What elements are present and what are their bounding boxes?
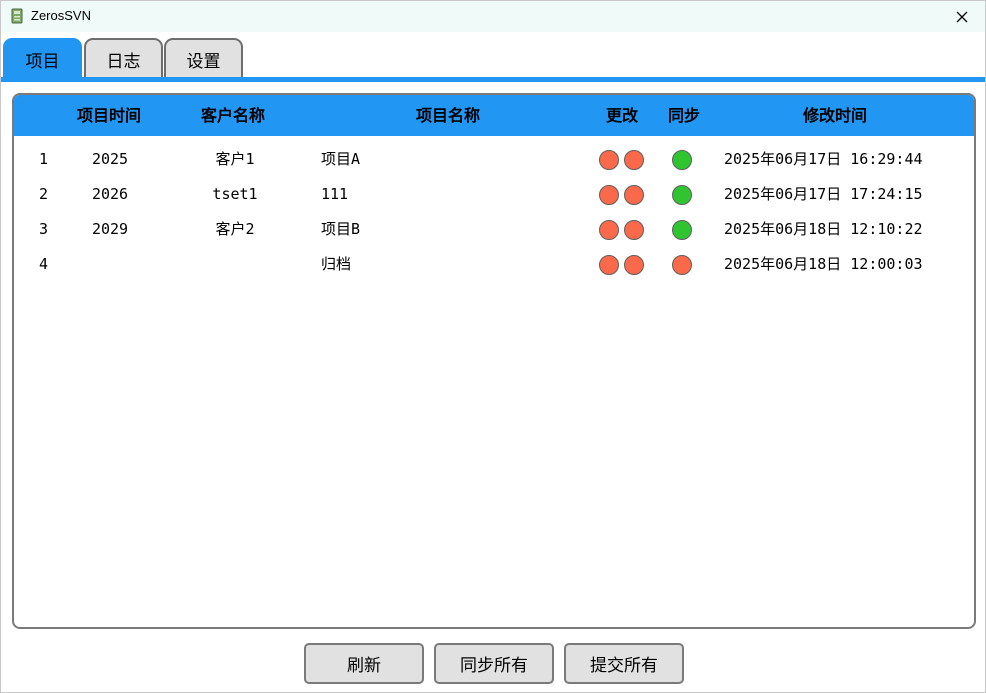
- header-client-name[interactable]: 客户名称: [192, 95, 274, 136]
- row-project-time: 2029: [91, 220, 129, 238]
- project-table: 项目时间 客户名称 项目名称 更改 同步 修改时间 1 2025 客户1 项目A…: [12, 93, 976, 629]
- row-client-name: tset1: [212, 185, 258, 203]
- row-index: 4: [39, 255, 49, 273]
- row-project-time: 2026: [91, 185, 129, 203]
- row-index: 1: [39, 150, 49, 168]
- sync-status-dot: [672, 220, 692, 240]
- sync-status-dot: [672, 185, 692, 205]
- row-modified-time: 2025年06月17日 16:29:44: [724, 150, 923, 168]
- app-window: ZerosSVN 项目 日志 设置 项目时间 客户名称 项目名称 更改 同步 修…: [0, 0, 986, 693]
- commit-all-button[interactable]: 提交所有: [564, 643, 684, 684]
- tab-projects[interactable]: 项目: [3, 38, 82, 78]
- table-row[interactable]: 2 2026 tset1 111 2025年06月17日 17:24:15: [14, 177, 974, 212]
- sync-status-dot: [672, 255, 692, 275]
- table-row[interactable]: 4 归档 2025年06月18日 12:00:03: [14, 247, 974, 282]
- app-logo-icon: [11, 8, 23, 24]
- tab-strip: [1, 77, 985, 82]
- row-modified-time: 2025年06月18日 12:10:22: [724, 220, 923, 238]
- title-bar: ZerosSVN: [1, 1, 985, 32]
- row-modified-time: 2025年06月18日 12:00:03: [724, 255, 923, 273]
- changes-status-dot: [599, 220, 619, 240]
- header-sync[interactable]: 同步: [660, 95, 708, 136]
- changes-status-dot: [624, 150, 644, 170]
- changes-status-dot: [624, 220, 644, 240]
- table-header: 项目时间 客户名称 项目名称 更改 同步 修改时间: [14, 95, 974, 136]
- row-client-name: 客户2: [215, 220, 255, 238]
- row-project-name: 项目A: [321, 150, 361, 168]
- sync-status-dot: [672, 150, 692, 170]
- close-icon: [956, 11, 968, 22]
- header-project-name[interactable]: 项目名称: [406, 95, 490, 136]
- changes-status-dot: [599, 150, 619, 170]
- refresh-button[interactable]: 刷新: [304, 643, 424, 684]
- row-project-time: 2025: [91, 150, 129, 168]
- row-project-time: [78, 247, 142, 282]
- header-project-time[interactable]: 项目时间: [68, 95, 150, 136]
- row-index: 3: [39, 220, 49, 238]
- tab-logs[interactable]: 日志: [84, 38, 163, 78]
- row-project-name: 项目B: [321, 220, 361, 238]
- table-row[interactable]: 3 2029 客户2 项目B 2025年06月18日 12:10:22: [14, 212, 974, 247]
- close-button[interactable]: [939, 1, 985, 32]
- window-title: ZerosSVN: [31, 8, 91, 23]
- row-index: 2: [39, 185, 49, 203]
- table-row[interactable]: 1 2025 客户1 项目A 2025年06月17日 16:29:44: [14, 142, 974, 177]
- row-client-name: [194, 247, 276, 282]
- sync-all-button[interactable]: 同步所有: [434, 643, 554, 684]
- row-modified-time: 2025年06月17日 17:24:15: [724, 185, 923, 203]
- tab-settings[interactable]: 设置: [164, 38, 243, 78]
- row-project-name: 归档: [321, 255, 352, 273]
- changes-status-dot: [599, 185, 619, 205]
- changes-status-dot: [624, 185, 644, 205]
- changes-status-dot: [624, 255, 644, 275]
- row-client-name: 客户1: [215, 150, 255, 168]
- row-project-name: 111: [321, 185, 349, 203]
- changes-status-dot: [599, 255, 619, 275]
- header-changes[interactable]: 更改: [598, 95, 646, 136]
- header-modified-time[interactable]: 修改时间: [794, 95, 876, 136]
